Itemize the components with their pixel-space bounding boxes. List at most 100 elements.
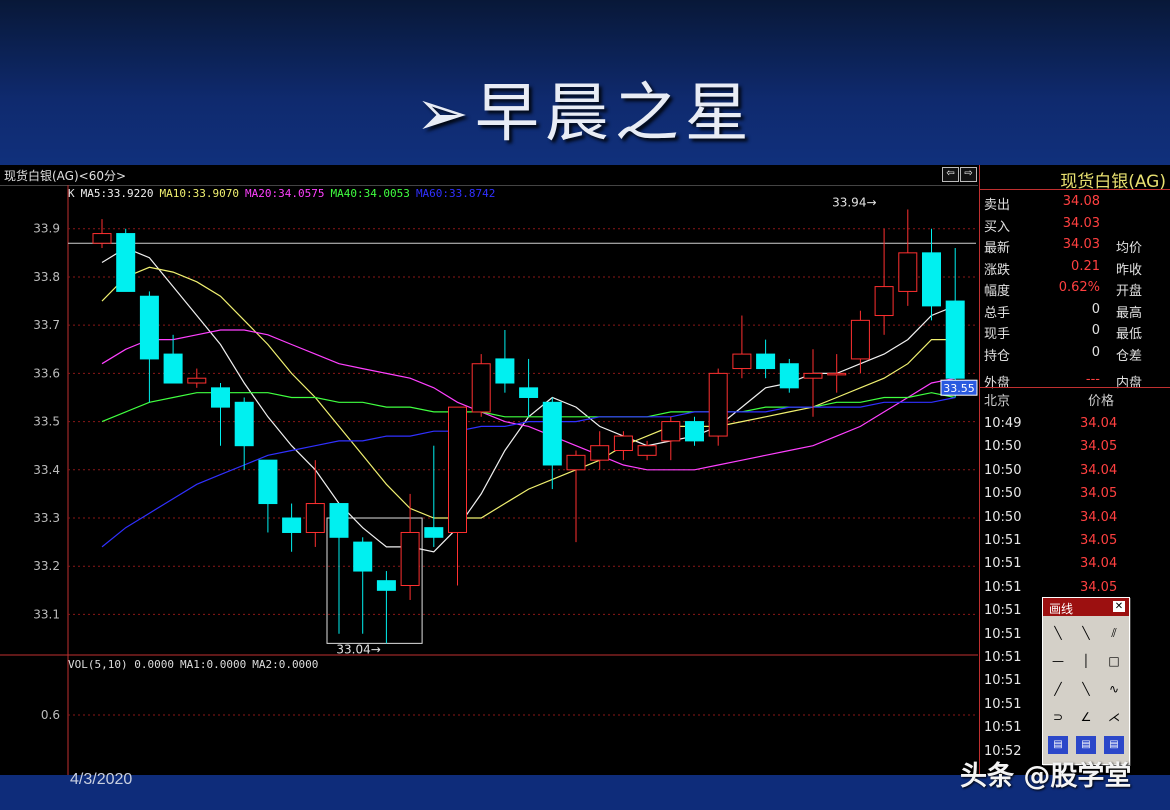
tick-price: 34.04 xyxy=(1080,509,1118,525)
quote-label: 买入 xyxy=(984,219,1011,235)
quote-row: 最新 34.03 均价 xyxy=(984,234,1166,256)
quote-label: 持仓 xyxy=(984,348,1011,364)
draw-line-dialog[interactable]: 画线 ✕ ╲ ╲ ⫽ — │ □ ╱ ╲ ∿ ⊃ ∠ ⋌ ▤ ▤ ▤ xyxy=(1042,597,1130,765)
fib-tool-icon[interactable]: ▤ xyxy=(1048,736,1068,754)
quote-value: 34.03 xyxy=(1062,215,1100,231)
candle-body xyxy=(329,503,349,538)
quote-value: 34.08 xyxy=(1062,194,1100,209)
trend-tool-icon[interactable]: ╱ xyxy=(1048,680,1068,698)
candle-body xyxy=(756,353,776,370)
y-tick-label: 33.9 xyxy=(33,222,60,236)
candle-body xyxy=(519,387,539,398)
tick-time: 10:51 xyxy=(984,650,1022,665)
candle-body xyxy=(471,363,491,413)
angle-tool-icon[interactable]: ∠ xyxy=(1076,708,1096,726)
ma-legend: K MA5:33.9220 MA10:33.9070 MA20:34.0575 MA40… xyxy=(68,187,501,200)
tick-time: 10:51 xyxy=(984,673,1022,689)
candle-body xyxy=(732,353,752,370)
candle-body xyxy=(305,503,325,533)
low-annotation: 33.04→ xyxy=(336,642,380,656)
tick-row: 10:50 34.04 xyxy=(984,460,1164,483)
candle-body xyxy=(116,233,136,292)
candle-body xyxy=(661,421,681,442)
tick-row: 10:51 34.05 xyxy=(984,530,1164,553)
tick-price: 34.05 xyxy=(1080,533,1118,548)
dialog-title: 画线 xyxy=(1049,602,1074,616)
ma-legend-item: K xyxy=(68,187,75,200)
tick-price: 34.04 xyxy=(1080,556,1118,572)
quote-label2: 均价 xyxy=(1116,241,1143,256)
candle-body xyxy=(685,421,704,442)
tick-time: 10:50 xyxy=(984,439,1022,455)
tick-time: 10:49 xyxy=(984,416,1022,431)
quote-label2: 内盘 xyxy=(1116,376,1143,391)
tick-time: 10:50 xyxy=(984,509,1022,525)
quote-label: 卖出 xyxy=(984,198,1011,213)
fan-tool-icon[interactable]: ⋌ xyxy=(1104,708,1124,726)
ma-legend-item: MA60:33.8742 xyxy=(415,187,496,200)
arc-tool-icon[interactable]: ⊃ xyxy=(1048,708,1068,726)
slide-date: 4/3/2020 xyxy=(70,771,133,788)
ma-legend-item: MA10:33.9070 xyxy=(159,187,239,200)
tick-time: 10:51 xyxy=(984,720,1022,736)
candle-body xyxy=(400,531,420,587)
ma-legend-item: MA5:33.9220 xyxy=(80,187,154,200)
tick-header-price: 价格 xyxy=(1088,394,1115,409)
gann-tool-icon[interactable]: ▤ xyxy=(1076,736,1096,754)
ma-legend-item: MA20:34.0575 xyxy=(244,187,325,200)
tick-row: 10:50 34.04 xyxy=(984,507,1164,530)
quote-value: 34.03 xyxy=(1062,237,1100,252)
quote-row: 涨跌 0.21 昨收 xyxy=(984,256,1166,278)
vol-legend-item: MA1:0.0000 xyxy=(179,658,247,671)
quote-value: 0 xyxy=(1091,344,1100,360)
candle-body xyxy=(376,580,396,591)
candle-body xyxy=(874,286,894,317)
wave-tool-icon[interactable]: ∿ xyxy=(1104,680,1124,698)
ray-tool-icon[interactable]: ╲ xyxy=(1076,624,1096,642)
tick-price: 34.05 xyxy=(1080,579,1118,595)
tick-time: 10:51 xyxy=(984,626,1022,642)
candle-body xyxy=(234,401,254,447)
rect-tool-icon[interactable]: □ xyxy=(1104,652,1124,670)
quote-value: --- xyxy=(1085,372,1100,387)
candle-body xyxy=(353,541,373,572)
quote-label: 幅度 xyxy=(984,284,1011,299)
down-trend-tool-icon[interactable]: ╲ xyxy=(1076,680,1096,698)
candle-body xyxy=(779,363,799,389)
volume-legend: VOL(5,10) 0.0000 MA1:0.0000 MA2:0.0000 xyxy=(68,658,324,671)
dialog-titlebar[interactable]: 画线 ✕ xyxy=(1043,598,1129,616)
quote-label: 总手 xyxy=(984,305,1011,321)
quote-row: 卖出 34.08 xyxy=(984,191,1166,213)
quote-label2: 最低 xyxy=(1116,327,1143,342)
candle-body xyxy=(922,252,941,307)
candle-body xyxy=(495,358,515,384)
parallel-tool-icon[interactable]: ⫽ xyxy=(1104,624,1124,642)
hline-tool-icon[interactable]: — xyxy=(1048,652,1068,670)
candlestick-chart[interactable]: 33.9 33.8 33.7 33.6 33.5 33.4 33.3 33.2 33.1 0.6 3… xyxy=(0,165,978,775)
quote-label2: 最高 xyxy=(1116,305,1143,321)
candle-body xyxy=(708,372,728,437)
candle-body xyxy=(613,435,633,452)
quote-row: 持仓 0 仓差 xyxy=(984,342,1166,364)
tick-price: 34.04 xyxy=(1080,462,1118,478)
slide-title: ➢早晨之星 xyxy=(415,77,755,151)
candle-body xyxy=(898,252,918,292)
line-tool-icon[interactable]: ╲ xyxy=(1048,624,1068,642)
quote-label: 涨跌 xyxy=(984,262,1011,278)
candle-body xyxy=(424,527,444,538)
vline-tool-icon[interactable]: │ xyxy=(1076,652,1096,670)
y-tick-label: 33.5 xyxy=(33,415,60,429)
quote-value: 0 xyxy=(1091,301,1100,317)
candle-body xyxy=(637,445,657,456)
quote-label: 现手 xyxy=(984,327,1011,342)
last-price-text: 33.55 xyxy=(943,382,975,395)
channel-tool-icon[interactable]: ▤ xyxy=(1104,736,1124,754)
close-icon[interactable]: ✕ xyxy=(1113,601,1125,612)
y-tick-label: 33.7 xyxy=(33,318,60,332)
candle-body xyxy=(448,406,467,533)
tick-time: 10:50 xyxy=(984,486,1022,502)
candle-body xyxy=(542,401,562,466)
candle-body xyxy=(850,319,870,360)
tick-time: 10:51 xyxy=(984,533,1022,548)
high-annotation: 33.94→ xyxy=(832,195,876,209)
